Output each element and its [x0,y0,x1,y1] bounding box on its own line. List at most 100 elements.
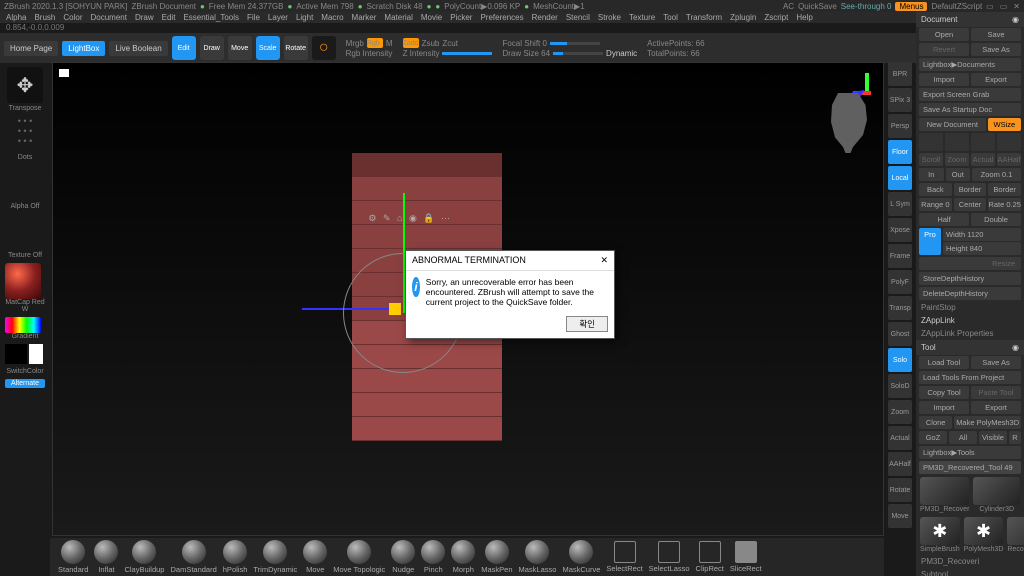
quicksave-button[interactable]: QuickSave [798,2,837,11]
doc-save[interactable]: Save [971,28,1021,41]
menu-file[interactable]: File [247,13,260,22]
bpr-button[interactable]: BPR [888,62,912,86]
gizmo-center-handle[interactable] [389,303,401,315]
gizmo-x-axis[interactable] [302,308,402,310]
z-intensity-slider[interactable] [442,52,492,55]
alpha-off[interactable]: Alpha Off [5,165,45,210]
tool-saveas[interactable]: Save As [971,356,1021,369]
menu-help[interactable]: Help [796,13,812,22]
doc-range[interactable]: Range 0 [919,198,952,211]
color-gradient[interactable]: Gradient [5,317,45,340]
menu-stencil[interactable]: Stencil [566,13,590,22]
solod-button[interactable]: SoloD [888,374,912,398]
recovered-tool[interactable]: PM3D_Recovered_Tool 49 [919,461,1021,474]
brush-claybuildup[interactable]: ClayBuildup [124,540,164,574]
doc-export[interactable]: Export [971,73,1021,86]
matcap-swatch[interactable]: MatCap Red W [5,263,45,313]
mrgb-toggle[interactable]: Mrgb [346,39,364,48]
geometry-icon[interactable]: ○ [312,36,336,60]
zoom-button[interactable]: Zoom [888,400,912,424]
menu-alpha[interactable]: Alpha [6,13,26,22]
ghost-button[interactable]: Ghost [888,322,912,346]
goz-all[interactable]: All [949,431,977,444]
lsym-button[interactable]: L Sym [888,192,912,216]
focal-slider[interactable] [550,42,600,45]
paintstop-section[interactable]: PaintStop [916,301,1024,314]
menu-layer[interactable]: Layer [268,13,288,22]
doc-width[interactable]: Width 1120 [943,228,1021,241]
doc-startup[interactable]: Save As Startup Doc [919,103,1021,116]
menu-tool[interactable]: Tool [663,13,678,22]
make-polymesh[interactable]: Make PolyMesh3D [954,416,1021,429]
brush-morph[interactable]: Morph [451,540,475,574]
tool-export[interactable]: Export [971,401,1021,414]
brush-standard[interactable]: Standard [58,540,88,574]
doc-thumb-aahalf[interactable] [997,133,1021,151]
doc-export-grab[interactable]: Export Screen Grab [919,88,1021,101]
stroke-dots[interactable]: Dots [5,116,45,161]
edit-tool-icon[interactable]: Edit [172,36,196,60]
menu-brush[interactable]: Brush [34,13,55,22]
movecam-button[interactable]: Move [888,504,912,528]
brush-trimdynamic[interactable]: TrimDynamic [253,540,297,574]
brush-movetopo[interactable]: Move Topologic [333,540,385,574]
dialog-ok-button[interactable]: 확인 [566,316,608,332]
zapplink-props[interactable]: ZAppLink Properties [916,327,1024,340]
drawsize-slider[interactable] [553,52,603,55]
seethrough-slider[interactable]: See-through 0 [841,2,892,11]
menu-material[interactable]: Material [384,13,412,22]
menu-zplugin[interactable]: Zplugin [730,13,756,22]
new-document[interactable]: New Document [919,118,986,131]
load-proj[interactable]: Load Tools From Project [919,371,1021,384]
menu-transform[interactable]: Transform [686,13,722,22]
dynamic-toggle[interactable]: Dynamic [606,49,637,58]
local-button[interactable]: Local [888,166,912,190]
home-page-button[interactable]: Home Page [4,41,58,56]
solo-button[interactable]: Solo [888,348,912,372]
tool-import[interactable]: Import [919,401,969,414]
actual-button[interactable]: Actual [888,426,912,450]
tool-thumb-1[interactable]: Cylinder3D [973,477,1020,513]
goz-visible[interactable]: Visible [979,431,1007,444]
zadd-toggle[interactable]: Zadd [403,38,419,48]
menu-light[interactable]: Light [296,13,313,22]
draw-tool-icon[interactable]: Draw [200,36,224,60]
brush-move[interactable]: Move [303,540,327,574]
transpose-tool[interactable]: ✥Transpose [5,67,45,112]
menu-preferences[interactable]: Preferences [480,13,523,22]
doc-pro[interactable]: Pro [919,228,941,255]
doc-saveas[interactable]: Save As [971,43,1021,56]
dialog-close-icon[interactable]: ✕ [600,255,608,266]
tool-header[interactable]: Tool◉ [916,340,1024,355]
doc-thumb-scroll[interactable] [919,133,943,151]
tool-lightbox[interactable]: Lightbox▶Tools [919,446,1021,459]
brush-selectlasso[interactable]: SelectLasso [649,541,690,573]
menus-toggle[interactable]: Menus [895,2,927,11]
zcut-toggle[interactable]: Zcut [442,39,458,48]
copy-tool[interactable]: Copy Tool [919,386,969,399]
doc-back[interactable]: Back [919,183,952,196]
frame-button[interactable]: Frame [888,244,912,268]
load-tool[interactable]: Load Tool [919,356,969,369]
collapse-icon[interactable]: ◉ [1012,15,1019,24]
tool-thumb-3[interactable]: PolyMesh3D [964,517,1004,553]
store-depth[interactable]: StoreDepthHistory [919,272,1021,285]
m-toggle[interactable]: M [386,39,393,48]
doc-lightbox[interactable]: Lightbox▶Documents [919,58,1021,71]
menu-picker[interactable]: Picker [450,13,472,22]
aahalf-button[interactable]: AAHalf [888,452,912,476]
spix-button[interactable]: SPix 3 [888,88,912,112]
doc-open[interactable]: Open [919,28,969,41]
rotate-tool-icon[interactable]: Rotate [284,36,308,60]
zsub-toggle[interactable]: Zsub [422,39,440,48]
brush-selectrect[interactable]: SelectRect [606,541,642,573]
menu-movie[interactable]: Movie [421,13,442,22]
doc-import[interactable]: Import [919,73,969,86]
doc-border2[interactable]: Border [988,183,1021,196]
menu-essential[interactable]: Essential_Tools [183,13,239,22]
menu-color[interactable]: Color [63,13,82,22]
doc-rate[interactable]: Rate 0.25 [988,198,1021,211]
doc-resize[interactable]: Resize [919,257,1021,270]
goz-r[interactable]: R [1009,431,1021,444]
scale-tool-icon[interactable]: Scale [256,36,280,60]
